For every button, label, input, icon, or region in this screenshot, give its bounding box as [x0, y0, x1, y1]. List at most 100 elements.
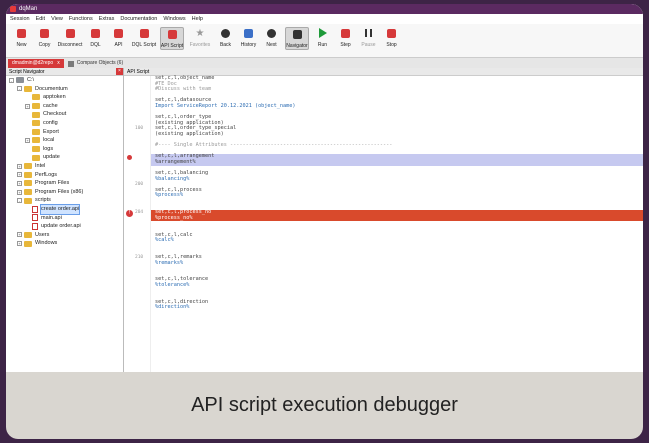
expand-toggle-icon[interactable]: + — [25, 137, 30, 143]
menu-item-view[interactable]: View — [51, 14, 63, 24]
tree-folder-item[interactable]: logs — [6, 145, 123, 154]
api-icon — [112, 27, 125, 39]
line-number: 210 — [135, 255, 144, 261]
tree-item-label: Program Files (x86) — [35, 188, 84, 195]
next-button[interactable]: Next — [262, 27, 281, 48]
tree-folder-item[interactable]: Export — [6, 128, 123, 137]
menu-bar: Session Edit View Functions Extras Documentat… — [6, 14, 643, 24]
tree-item-label: cache — [43, 102, 58, 109]
folder-icon — [32, 94, 40, 101]
tree-folder-item[interactable]: Checkout — [6, 110, 123, 119]
expand-toggle-icon[interactable]: + — [25, 103, 30, 109]
toolbar-label: Pause — [361, 42, 376, 48]
folder-icon — [32, 111, 40, 118]
tree-file-item[interactable]: create order.api — [6, 203, 123, 215]
step-icon — [339, 27, 352, 39]
api-script-button[interactable]: API Script — [160, 27, 184, 50]
tree-folder-item[interactable]: + Program Files (x86) — [6, 188, 123, 197]
pause-button[interactable]: Pause — [359, 27, 378, 48]
folder-icon — [24, 189, 32, 196]
tree-item-label: scripts — [35, 197, 51, 204]
editor-gutter[interactable]: 100 200 204! 210 — [124, 76, 151, 372]
new-icon — [15, 27, 28, 39]
folder-icon — [24, 197, 32, 204]
step-button[interactable]: Step — [336, 27, 355, 48]
toolbar-label: Next — [266, 42, 277, 48]
toolbar: New Copy Disconnect DQL API DQL Script API Scr… — [6, 24, 643, 58]
expand-toggle-icon[interactable]: + — [17, 232, 22, 238]
history-button[interactable]: History — [239, 27, 258, 48]
dql-button[interactable]: DQL — [86, 27, 105, 48]
back-button[interactable]: Back — [216, 27, 235, 48]
tab-compare-label: Compare Objects (6) — [76, 60, 124, 66]
tree-folder-item[interactable]: + local — [6, 136, 123, 145]
api-button[interactable]: API — [109, 27, 128, 48]
stop-button[interactable]: Stop — [382, 27, 401, 48]
folder-icon — [24, 240, 32, 247]
folder-icon — [24, 163, 32, 170]
tree-file-item[interactable]: main.api — [6, 214, 123, 223]
tree-folder-item[interactable]: + Program Files — [6, 179, 123, 188]
tree-folder-item[interactable]: + Users — [6, 231, 123, 240]
navigator-close-icon[interactable]: × — [116, 68, 123, 75]
tree-folder-item[interactable]: update — [6, 153, 123, 162]
line-number: 100 — [135, 126, 144, 132]
tree-item-label: Users — [35, 231, 50, 238]
tree-folder-item[interactable]: + cache — [6, 102, 123, 111]
api-script-editor[interactable]: API Script 100 200 204! 210 set,c,l,object_… — [124, 68, 643, 372]
expand-toggle-icon[interactable]: - — [17, 86, 22, 92]
api-file-icon — [32, 205, 38, 213]
navigator-button[interactable]: Navigator — [285, 27, 309, 50]
tree-file-item[interactable]: update order.api — [6, 222, 123, 231]
tree-folder-item[interactable]: + Windows — [6, 239, 123, 248]
menu-item-functions[interactable]: Functions — [69, 14, 93, 24]
menu-item-help[interactable]: Help — [192, 14, 203, 24]
menu-item-documentation[interactable]: Documentation — [120, 14, 157, 24]
tab-close-icon[interactable]: x — [57, 59, 60, 68]
menu-item-edit[interactable]: Edit — [36, 14, 45, 24]
code-area[interactable]: set,c,l,object_name #TE Doc #Discuss with … — [151, 75, 643, 311]
script-navigator: Script Navigator × - C:\ - Documentum apptok… — [6, 68, 124, 372]
tree-folder-item[interactable]: + Intel — [6, 162, 123, 171]
expand-toggle-icon[interactable]: + — [17, 180, 22, 186]
tab-compare-objects[interactable]: Compare Objects (6) — [64, 59, 127, 68]
tree-folder-item[interactable]: - C:\ — [6, 76, 123, 85]
tree-item-label: config — [43, 119, 58, 126]
expand-toggle-icon[interactable]: + — [17, 241, 22, 247]
menu-item-windows[interactable]: Windows — [163, 14, 185, 24]
disconnect-button[interactable]: Disconnect — [58, 27, 82, 48]
error-breakpoint-icon[interactable]: ! — [126, 209, 133, 217]
tree-item-label: logs — [43, 145, 54, 152]
screenshot-frame: dqMan Session Edit View Functions Extras Docu… — [6, 4, 643, 439]
line-number: 200 — [135, 182, 144, 188]
compare-icon — [67, 60, 74, 67]
expand-toggle-icon[interactable]: - — [17, 198, 22, 204]
app-window: dqMan Session Edit View Functions Extras Docu… — [6, 4, 643, 372]
tree-item-label: Documentum — [35, 85, 68, 92]
api-script-icon — [166, 28, 179, 40]
folder-icon — [24, 231, 32, 238]
tree-folder-item[interactable]: + PerfLogs — [6, 171, 123, 180]
favorites-button[interactable]: ★ Favorites — [188, 27, 212, 49]
dql-script-button[interactable]: DQL Script — [132, 27, 156, 48]
file-tree: - C:\ - Documentum apptoken + cache Checkout con… — [6, 76, 123, 248]
tree-folder-item[interactable]: - scripts — [6, 196, 123, 205]
tree-folder-item[interactable]: apptoken — [6, 93, 123, 102]
expand-toggle-icon[interactable]: + — [17, 163, 22, 169]
copy-button[interactable]: Copy — [35, 27, 54, 48]
menu-item-session[interactable]: Session — [10, 14, 30, 24]
new-button[interactable]: New — [12, 27, 31, 48]
run-button[interactable]: Run — [313, 27, 332, 48]
tab-session[interactable]: dmadmin@d2repo x — [8, 59, 64, 68]
expand-toggle-icon[interactable]: + — [17, 172, 22, 178]
breakpoint-icon[interactable] — [127, 154, 132, 160]
menu-item-extras[interactable]: Extras — [99, 14, 115, 24]
tree-item-label: Windows — [35, 240, 58, 247]
folder-icon — [32, 154, 40, 161]
expand-toggle-icon[interactable]: + — [17, 189, 22, 195]
expand-toggle-icon[interactable]: - — [9, 77, 14, 83]
tree-folder-item[interactable]: config — [6, 119, 123, 128]
tree-folder-item[interactable]: - Documentum — [6, 85, 123, 94]
